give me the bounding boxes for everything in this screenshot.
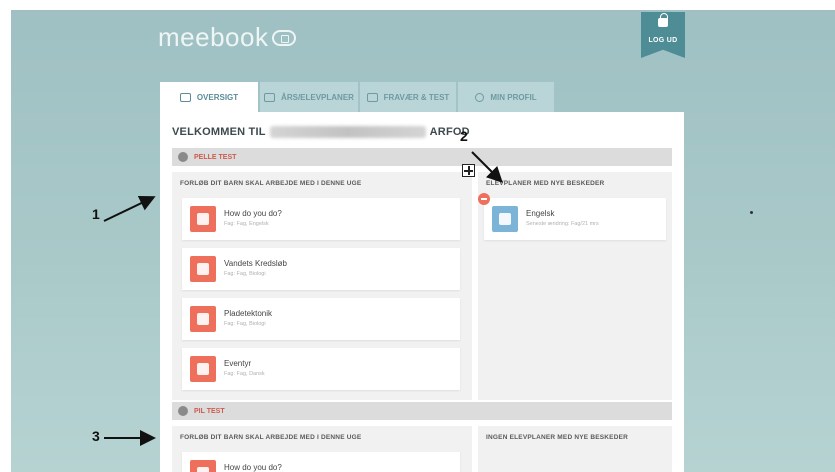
new-message-badge: [478, 193, 490, 205]
pointer-cursor-icon: [750, 211, 753, 214]
plan-title: Engelsk: [526, 209, 555, 218]
person-icon: [475, 92, 485, 102]
logo-text: meebook: [158, 22, 269, 52]
redacted-name: [269, 126, 426, 138]
main-tabs: OVERSIGT ÅRS/ELEVPLANER FRAVÆR & TEST MI…: [160, 82, 556, 113]
tab-oversigt[interactable]: OVERSIGT: [160, 82, 258, 113]
course-card[interactable]: Pladetektonik Fag: Fag, Biologi: [182, 298, 460, 340]
tab-label: OVERSIGT: [196, 93, 239, 102]
annotation-number-1: 1: [92, 206, 100, 222]
course-subject: Fag: Fag, Dansk: [224, 371, 265, 377]
plans-title: INGEN ELEVPLANER MED NYE BESKEDER: [486, 434, 629, 441]
course-icon: [190, 256, 216, 282]
welcome-prefix: VELKOMMEN TIL: [172, 126, 266, 138]
course-card[interactable]: Eventyr Fag: Fag, Dansk: [182, 348, 460, 390]
course-title: How do you do?: [224, 209, 282, 218]
course-title: How do you do?: [224, 463, 282, 472]
tab-aars-elevplaner[interactable]: ÅRS/ELEVPLANER: [260, 82, 358, 112]
cloud-icon: [272, 29, 297, 46]
welcome-heading: VELKOMMEN TIL ARFOD: [172, 126, 470, 138]
plans-title: ELEVPLANER MED NYE BESKEDER: [486, 180, 605, 187]
logout-label: LOG UD: [648, 37, 678, 44]
course-subject: Fag: Fag, Biologi: [224, 271, 266, 277]
annotation-number-2: 2: [460, 128, 468, 144]
top-border: [0, 0, 835, 10]
person-icon: [178, 152, 188, 162]
courses-section: FORLØB DIT BARN SKAL ARBEJDE MED I DENNE…: [172, 172, 472, 400]
student-header[interactable]: PIL TEST: [172, 402, 672, 420]
tab-label: FRAVÆR & TEST: [383, 92, 450, 102]
logout-button[interactable]: LOG UD: [641, 12, 685, 58]
student-header[interactable]: PELLE TEST: [172, 148, 672, 166]
meebook-logo[interactable]: meebook: [158, 22, 297, 53]
plan-card[interactable]: Engelsk Seneste ændring: Fag/21 mrs: [484, 198, 666, 240]
course-icon: [190, 306, 216, 332]
course-card[interactable]: How do you do? Fag: Fag, Engelsk: [182, 198, 460, 240]
courses-title: FORLØB DIT BARN SKAL ARBEJDE MED I DENNE…: [180, 434, 362, 441]
tab-fravaer-test[interactable]: FRAVÆR & TEST: [360, 82, 456, 112]
overview-panel: VELKOMMEN TIL ARFOD PELLE TEST FORLØB DI…: [160, 112, 684, 472]
person-icon: [178, 406, 188, 416]
course-subject: Fag: Fag, Biologi: [224, 321, 266, 327]
annotation-arrow-1: [103, 195, 156, 222]
plan-updated: Seneste ændring: Fag/21 mrs: [526, 221, 599, 227]
courses-title: FORLØB DIT BARN SKAL ARBEJDE MED I DENNE…: [180, 180, 362, 187]
student-name: PIL TEST: [194, 407, 225, 415]
calendar-icon: [264, 92, 276, 102]
lock-icon: [658, 13, 668, 27]
course-icon: [190, 206, 216, 232]
monitor-icon: [179, 93, 191, 102]
course-icon: [190, 460, 216, 472]
course-title: Pladetektonik: [224, 309, 273, 318]
course-icon: [190, 356, 216, 382]
plan-icon: [492, 206, 518, 232]
course-title: Eventyr: [224, 359, 252, 368]
tab-min-profil[interactable]: MIN PROFIL: [458, 82, 554, 112]
left-border: [0, 0, 11, 472]
course-card[interactable]: Vandets Kredsløb Fag: Fag, Biologi: [182, 248, 460, 290]
plans-section: INGEN ELEVPLANER MED NYE BESKEDER: [478, 426, 672, 472]
tab-label: ÅRS/ELEVPLANER: [281, 92, 354, 102]
monitor-icon: [366, 92, 378, 102]
course-subject: Fag: Fag, Engelsk: [224, 221, 269, 227]
tab-label: MIN PROFIL: [490, 92, 537, 102]
annotation-number-3: 3: [92, 428, 100, 444]
student-name: PELLE TEST: [194, 153, 237, 161]
plans-section: ELEVPLANER MED NYE BESKEDER Engelsk Sene…: [478, 172, 672, 400]
course-title: Vandets Kredsløb: [224, 259, 287, 268]
courses-section: FORLØB DIT BARN SKAL ARBEJDE MED I DENNE…: [172, 426, 472, 472]
course-card[interactable]: How do you do?: [182, 452, 460, 472]
move-cursor-icon: [462, 164, 475, 177]
